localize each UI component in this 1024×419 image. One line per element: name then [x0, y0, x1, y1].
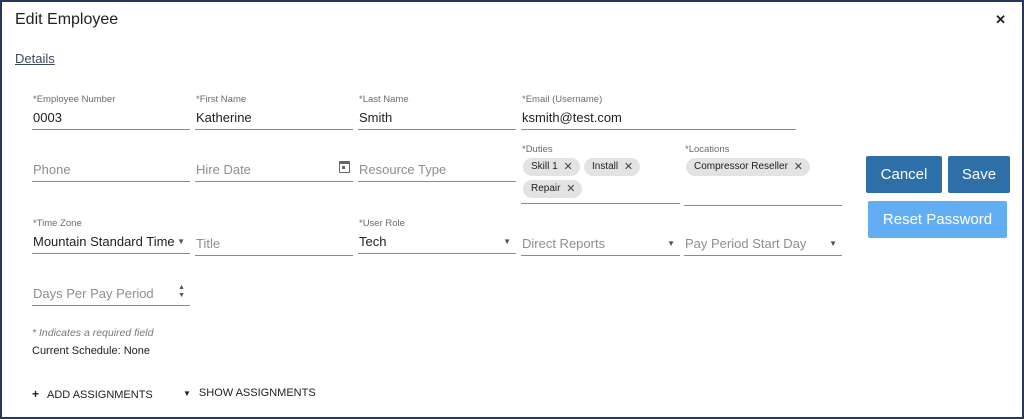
- dropdown-arrow-icon[interactable]: ▼: [177, 237, 185, 246]
- user-role-value: Tech: [359, 234, 387, 249]
- add-assignments-button[interactable]: + ADD ASSIGNMENTS: [32, 387, 153, 401]
- save-button[interactable]: Save: [948, 156, 1010, 193]
- resource-type-placeholder: Resource Type: [359, 162, 447, 177]
- stepper-down-icon[interactable]: ▼: [178, 292, 185, 299]
- stepper-up-icon[interactable]: ▲: [178, 284, 185, 291]
- last-name-field[interactable]: *Last Name Smith: [358, 94, 516, 130]
- direct-reports-select[interactable]: Direct Reports ▼: [521, 220, 680, 256]
- hire-date-field[interactable]: Hire Date: [195, 146, 353, 182]
- last-name-label: *Last Name: [359, 94, 409, 105]
- dialog-title: Edit Employee: [15, 11, 119, 28]
- locations-field[interactable]: *Locations Compressor Reseller ✕: [684, 144, 842, 206]
- employee-number-label: *Employee Number: [33, 94, 116, 105]
- hire-date-placeholder: Hire Date: [196, 162, 251, 177]
- phone-placeholder: Phone: [33, 162, 71, 177]
- pay-period-start-day-placeholder: Pay Period Start Day: [685, 236, 807, 251]
- days-per-pay-period-placeholder: Days Per Pay Period: [33, 286, 154, 301]
- first-name-value: Katherine: [196, 110, 252, 125]
- employee-number-field[interactable]: *Employee Number 0003: [32, 94, 190, 130]
- location-chip-label: Compressor Reseller: [694, 161, 788, 172]
- user-role-label: *User Role: [359, 218, 405, 229]
- number-stepper-icon[interactable]: ▲ ▼: [178, 284, 185, 300]
- employee-number-value: 0003: [33, 110, 62, 125]
- duty-chip: Repair ✕: [523, 180, 583, 198]
- title-placeholder: Title: [196, 236, 221, 251]
- duty-chip: Skill 1 ✕: [523, 158, 580, 176]
- chip-remove-icon[interactable]: ✕: [566, 182, 575, 195]
- locations-label: *Locations: [685, 144, 730, 155]
- dropdown-arrow-icon[interactable]: ▼: [829, 239, 837, 248]
- pay-period-start-day-select[interactable]: Pay Period Start Day ▼: [684, 220, 842, 256]
- location-chip: Compressor Reseller ✕: [686, 158, 810, 176]
- chip-remove-icon[interactable]: ✕: [563, 160, 572, 173]
- first-name-field[interactable]: *First Name Katherine: [195, 94, 353, 130]
- details-link[interactable]: Details: [15, 51, 55, 66]
- time-zone-value: Mountain Standard Time: [33, 234, 175, 249]
- email-field[interactable]: *Email (Username) ksmith@test.com: [521, 94, 796, 130]
- required-field-note: * Indicates a required field: [32, 327, 154, 339]
- last-name-value: Smith: [359, 110, 393, 125]
- duties-label: *Duties: [522, 144, 553, 155]
- first-name-label: *First Name: [196, 94, 247, 105]
- chip-remove-icon[interactable]: ✕: [624, 160, 633, 173]
- duty-chip-label: Skill 1: [531, 161, 558, 172]
- user-role-select[interactable]: *User Role Tech ▼: [358, 218, 516, 254]
- cancel-button[interactable]: Cancel: [866, 156, 942, 193]
- duties-field[interactable]: *Duties Skill 1 ✕ Install ✕ Repair ✕: [521, 144, 680, 204]
- calendar-icon[interactable]: [339, 161, 350, 173]
- days-per-pay-period-field[interactable]: Days Per Pay Period ▲ ▼: [32, 270, 190, 306]
- time-zone-select[interactable]: *Time Zone Mountain Standard Time ▼: [32, 218, 190, 254]
- email-label: *Email (Username): [522, 94, 603, 105]
- duty-chip-label: Repair: [531, 183, 561, 194]
- current-schedule-text: Current Schedule: None: [32, 345, 151, 357]
- show-assignments-button[interactable]: ▼ SHOW ASSIGNMENTS: [183, 387, 316, 399]
- duty-chip: Install ✕: [584, 158, 641, 176]
- duty-chip-label: Install: [592, 161, 619, 172]
- dropdown-arrow-icon[interactable]: ▼: [503, 237, 511, 246]
- phone-field[interactable]: Phone: [32, 146, 190, 182]
- title-field[interactable]: Title: [195, 220, 353, 256]
- add-assignments-label: ADD ASSIGNMENTS: [47, 389, 153, 401]
- reset-password-button[interactable]: Reset Password: [868, 201, 1007, 238]
- close-icon[interactable]: ✕: [995, 12, 1006, 28]
- chip-remove-icon[interactable]: ✕: [794, 160, 803, 173]
- time-zone-label: *Time Zone: [33, 218, 82, 229]
- resource-type-field[interactable]: Resource Type: [358, 146, 516, 182]
- plus-icon: +: [32, 387, 40, 401]
- direct-reports-placeholder: Direct Reports: [522, 236, 606, 251]
- chevron-down-icon: ▼: [183, 389, 191, 398]
- edit-employee-dialog: Edit Employee ✕ Details *Employee Number…: [0, 0, 1024, 419]
- email-value: ksmith@test.com: [522, 110, 622, 125]
- dropdown-arrow-icon[interactable]: ▼: [667, 239, 675, 248]
- show-assignments-label: SHOW ASSIGNMENTS: [198, 387, 316, 399]
